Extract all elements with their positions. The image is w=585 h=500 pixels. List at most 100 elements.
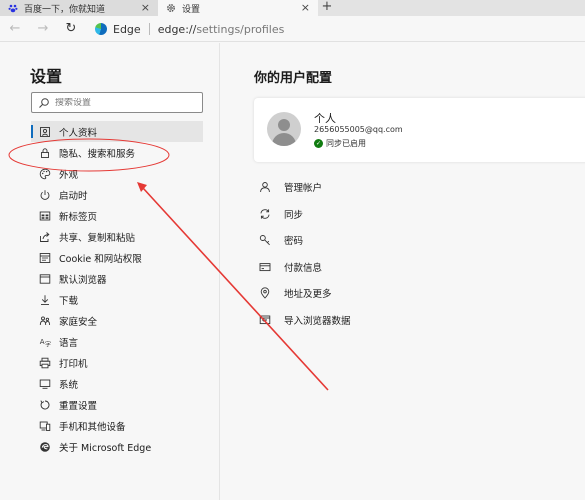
profile-name: 个人 xyxy=(314,112,336,125)
url-scheme: edge:// xyxy=(157,22,197,36)
tab-baidu[interactable]: 百度一下，你就知道 × xyxy=(0,0,158,16)
sidebar-item-label: Cookie 和网站权限 xyxy=(59,253,142,265)
sidebar-item-new-tab-page[interactable]: 新标签页 xyxy=(31,205,203,226)
addresses-item[interactable]: 地址及更多 xyxy=(258,280,578,307)
forward-button[interactable]: → xyxy=(34,20,52,38)
sidebar-item-label: 语言 xyxy=(59,337,79,349)
close-icon[interactable]: × xyxy=(301,1,310,14)
sidebar-item-appearance[interactable]: 外观 xyxy=(31,163,203,184)
sidebar-item-label: 打印机 xyxy=(59,358,88,370)
share-icon xyxy=(38,230,51,243)
close-icon[interactable]: × xyxy=(141,1,150,14)
avatar xyxy=(267,112,301,146)
sidebar-item-phone-devices[interactable]: 手机和其他设备 xyxy=(31,415,203,436)
settings-sidebar: 设置 个人资料 隐私、搜索和服务 外观 启动时 xyxy=(0,43,220,500)
avatar-body xyxy=(272,133,296,146)
search-box[interactable] xyxy=(31,92,203,113)
card-icon xyxy=(258,260,272,274)
sidebar-item-label: 默认浏览器 xyxy=(59,274,107,286)
browser-toolbar: ← → ↻ Edge edge:// settings/profiles xyxy=(0,16,585,42)
sidebar-item-profiles[interactable]: 个人资料 xyxy=(31,121,203,142)
system-icon xyxy=(38,377,51,390)
avatar-head xyxy=(278,119,290,131)
sidebar-item-label: 隐私、搜索和服务 xyxy=(59,148,136,160)
sidebar-item-label: 共享、复制和粘贴 xyxy=(59,232,136,244)
phone-icon xyxy=(38,419,51,432)
person-icon xyxy=(258,180,272,194)
sidebar-item-label: 手机和其他设备 xyxy=(59,421,126,433)
profile-icon xyxy=(38,125,51,138)
sidebar-item-printers[interactable]: 打印机 xyxy=(31,352,203,373)
tab-strip: 百度一下，你就知道 × 设置 × + xyxy=(0,0,585,16)
sidebar-item-reset-settings[interactable]: 重置设置 xyxy=(31,394,203,415)
sidebar-item-label: 家庭安全 xyxy=(59,316,98,328)
browser-icon xyxy=(38,272,51,285)
url-path: settings/profiles xyxy=(196,22,285,36)
language-icon: A字 xyxy=(38,335,51,348)
sidebar-item-default-browser[interactable]: 默认浏览器 xyxy=(31,268,203,289)
profile-card[interactable]: 个人 2656055005@qq.com ✓ 同步已启用 xyxy=(254,98,585,162)
sidebar-item-share-copy-paste[interactable]: 共享、复制和粘贴 xyxy=(31,226,203,247)
item-label: 导入浏览器数据 xyxy=(284,315,351,327)
edge-logo-icon xyxy=(38,440,51,453)
sidebar-item-label: 新标签页 xyxy=(59,211,98,223)
item-label: 付款信息 xyxy=(284,262,323,274)
new-tab-button[interactable]: + xyxy=(320,0,334,16)
check-icon: ✓ xyxy=(314,139,323,148)
sidebar-item-label: 下载 xyxy=(59,295,79,307)
sidebar-item-label: 外观 xyxy=(59,169,79,181)
key-icon xyxy=(258,233,272,247)
palette-icon xyxy=(38,167,51,180)
import-icon xyxy=(258,313,272,327)
printer-icon xyxy=(38,356,51,369)
sync-icon xyxy=(258,207,272,221)
item-label: 管理帐户 xyxy=(284,183,323,195)
sync-status-label: 同步已启用 xyxy=(326,139,366,148)
baidu-paw-icon xyxy=(8,3,18,13)
new-tab-icon xyxy=(38,209,51,222)
item-label: 同步 xyxy=(284,209,304,221)
settings-page: 设置 个人资料 隐私、搜索和服务 外观 启动时 xyxy=(0,43,585,500)
sidebar-item-label: 关于 Microsoft Edge xyxy=(59,442,152,454)
sidebar-item-family-safety[interactable]: 家庭安全 xyxy=(31,310,203,331)
payment-info-item[interactable]: 付款信息 xyxy=(258,254,578,281)
address-separator xyxy=(148,23,150,35)
sync-item[interactable]: 同步 xyxy=(258,201,578,228)
import-data-item[interactable]: 导入浏览器数据 xyxy=(258,307,578,334)
tab-settings[interactable]: 设置 × xyxy=(158,0,318,16)
profile-settings-list: 管理帐户 同步 密码 付款信息 地址及更多 导入浏览器数据 xyxy=(258,174,578,333)
profile-email: 2656055005@qq.com xyxy=(314,125,403,134)
profiles-main: 你的用户配置 个人 2656055005@qq.com ✓ 同步已启用 管理帐户… xyxy=(221,43,585,500)
lock-icon xyxy=(38,146,51,159)
sidebar-title: 设置 xyxy=(30,67,63,86)
sidebar-item-downloads[interactable]: 下载 xyxy=(31,289,203,310)
search-icon xyxy=(39,97,49,108)
sidebar-item-languages[interactable]: A字 语言 xyxy=(31,331,203,352)
sidebar-item-system[interactable]: 系统 xyxy=(31,373,203,394)
item-label: 密码 xyxy=(284,236,304,248)
sidebar-item-about-edge[interactable]: 关于 Microsoft Edge xyxy=(31,436,203,457)
manage-account-item[interactable]: 管理帐户 xyxy=(258,174,578,201)
sidebar-item-cookies[interactable]: Cookie 和网站权限 xyxy=(31,247,203,268)
sidebar-item-label: 系统 xyxy=(59,379,79,391)
tab-title: 百度一下，你就知道 xyxy=(24,4,106,15)
search-input[interactable] xyxy=(55,97,195,108)
sidebar-item-startup[interactable]: 启动时 xyxy=(31,184,203,205)
address-bar[interactable]: Edge edge:// settings/profiles xyxy=(95,20,284,38)
sidebar-item-label: 重置设置 xyxy=(59,400,98,412)
site-permissions-icon xyxy=(38,251,51,264)
gear-icon xyxy=(166,3,176,13)
tab-title: 设置 xyxy=(182,4,201,15)
passwords-item[interactable]: 密码 xyxy=(258,227,578,254)
sidebar-item-label: 启动时 xyxy=(59,190,88,202)
site-label: Edge xyxy=(113,22,141,36)
location-icon xyxy=(258,286,272,300)
sidebar-menu: 个人资料 隐私、搜索和服务 外观 启动时 新标签页 共享、复制和粘贴 Cooki… xyxy=(31,121,203,457)
reload-button[interactable]: ↻ xyxy=(62,20,80,38)
back-button[interactable]: ← xyxy=(6,20,24,38)
sidebar-item-privacy[interactable]: 隐私、搜索和服务 xyxy=(31,142,203,163)
svg-text:字: 字 xyxy=(45,340,51,348)
power-icon xyxy=(38,188,51,201)
item-label: 地址及更多 xyxy=(284,289,332,301)
reset-icon xyxy=(38,398,51,411)
